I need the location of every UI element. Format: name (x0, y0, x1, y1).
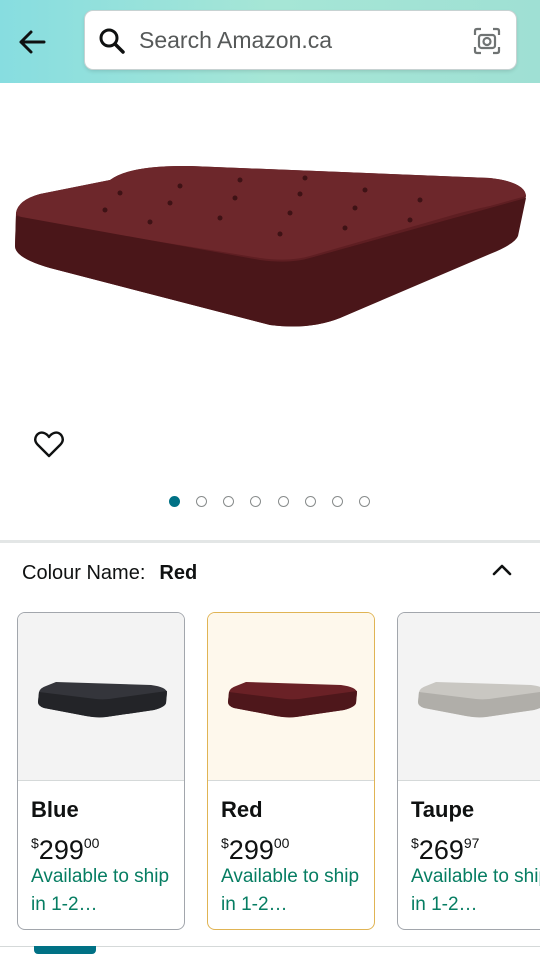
camera-scan-icon[interactable] (472, 26, 502, 56)
search-input[interactable]: Search Amazon.ca (85, 11, 516, 69)
pagination-dot[interactable] (223, 496, 234, 507)
swatch-price: $26997 (411, 835, 480, 865)
pagination-dot[interactable] (305, 496, 316, 507)
swatch-name: Blue (31, 797, 79, 822)
swatch-card-blue[interactable]: Blue $29900 Available to ship in 1-2… (17, 612, 185, 930)
colour-label: Colour Name: (22, 562, 146, 584)
arrow-left-icon[interactable] (14, 24, 50, 60)
pagination-dot[interactable] (169, 496, 180, 507)
top-search-bar: Search Amazon.ca (0, 0, 540, 83)
pagination-dot[interactable] (278, 496, 289, 507)
swatch-mattress-taupe (418, 682, 540, 718)
active-tab-indicator (34, 946, 96, 954)
swatch-card-taupe[interactable]: Taupe $26997 Available to ship in 1-2… (397, 612, 540, 930)
colour-value: Red (159, 562, 198, 584)
search-placeholder: Search Amazon.ca (139, 27, 333, 53)
swatch-price: $29900 (31, 835, 100, 865)
product-image-mattress (15, 165, 526, 327)
swatch-image (18, 613, 184, 781)
chevron-up-icon[interactable] (490, 558, 514, 582)
swatch-name: Taupe (411, 797, 475, 822)
pagination-dot[interactable] (332, 496, 343, 507)
pagination-dot[interactable] (359, 496, 370, 507)
image-pagination-dots[interactable] (0, 496, 540, 510)
colour-swatch-carousel[interactable]: Blue $29900 Available to ship in 1-2… Re… (17, 612, 540, 932)
pagination-dot[interactable] (196, 496, 207, 507)
colour-name-row: Colour Name: Red (22, 562, 197, 585)
search-icon (99, 28, 125, 54)
swatch-availability: Available to ship in 1-2… (31, 866, 170, 915)
heart-outline-icon[interactable] (33, 428, 65, 460)
swatch-image (398, 613, 540, 781)
swatch-availability: Available to ship in 1-2… (411, 866, 540, 915)
pagination-dot[interactable] (250, 496, 261, 507)
product-image-gallery[interactable] (0, 83, 540, 540)
swatch-card-red[interactable]: Red $29900 Available to ship in 1-2… (207, 612, 375, 930)
swatch-mattress-red (228, 682, 357, 718)
swatch-image (208, 613, 374, 781)
swatch-availability: Available to ship in 1-2… (221, 866, 360, 915)
section-divider (0, 540, 540, 543)
swatch-name: Red (221, 797, 263, 822)
swatch-mattress-blue (38, 682, 167, 718)
swatch-price: $29900 (221, 835, 290, 865)
